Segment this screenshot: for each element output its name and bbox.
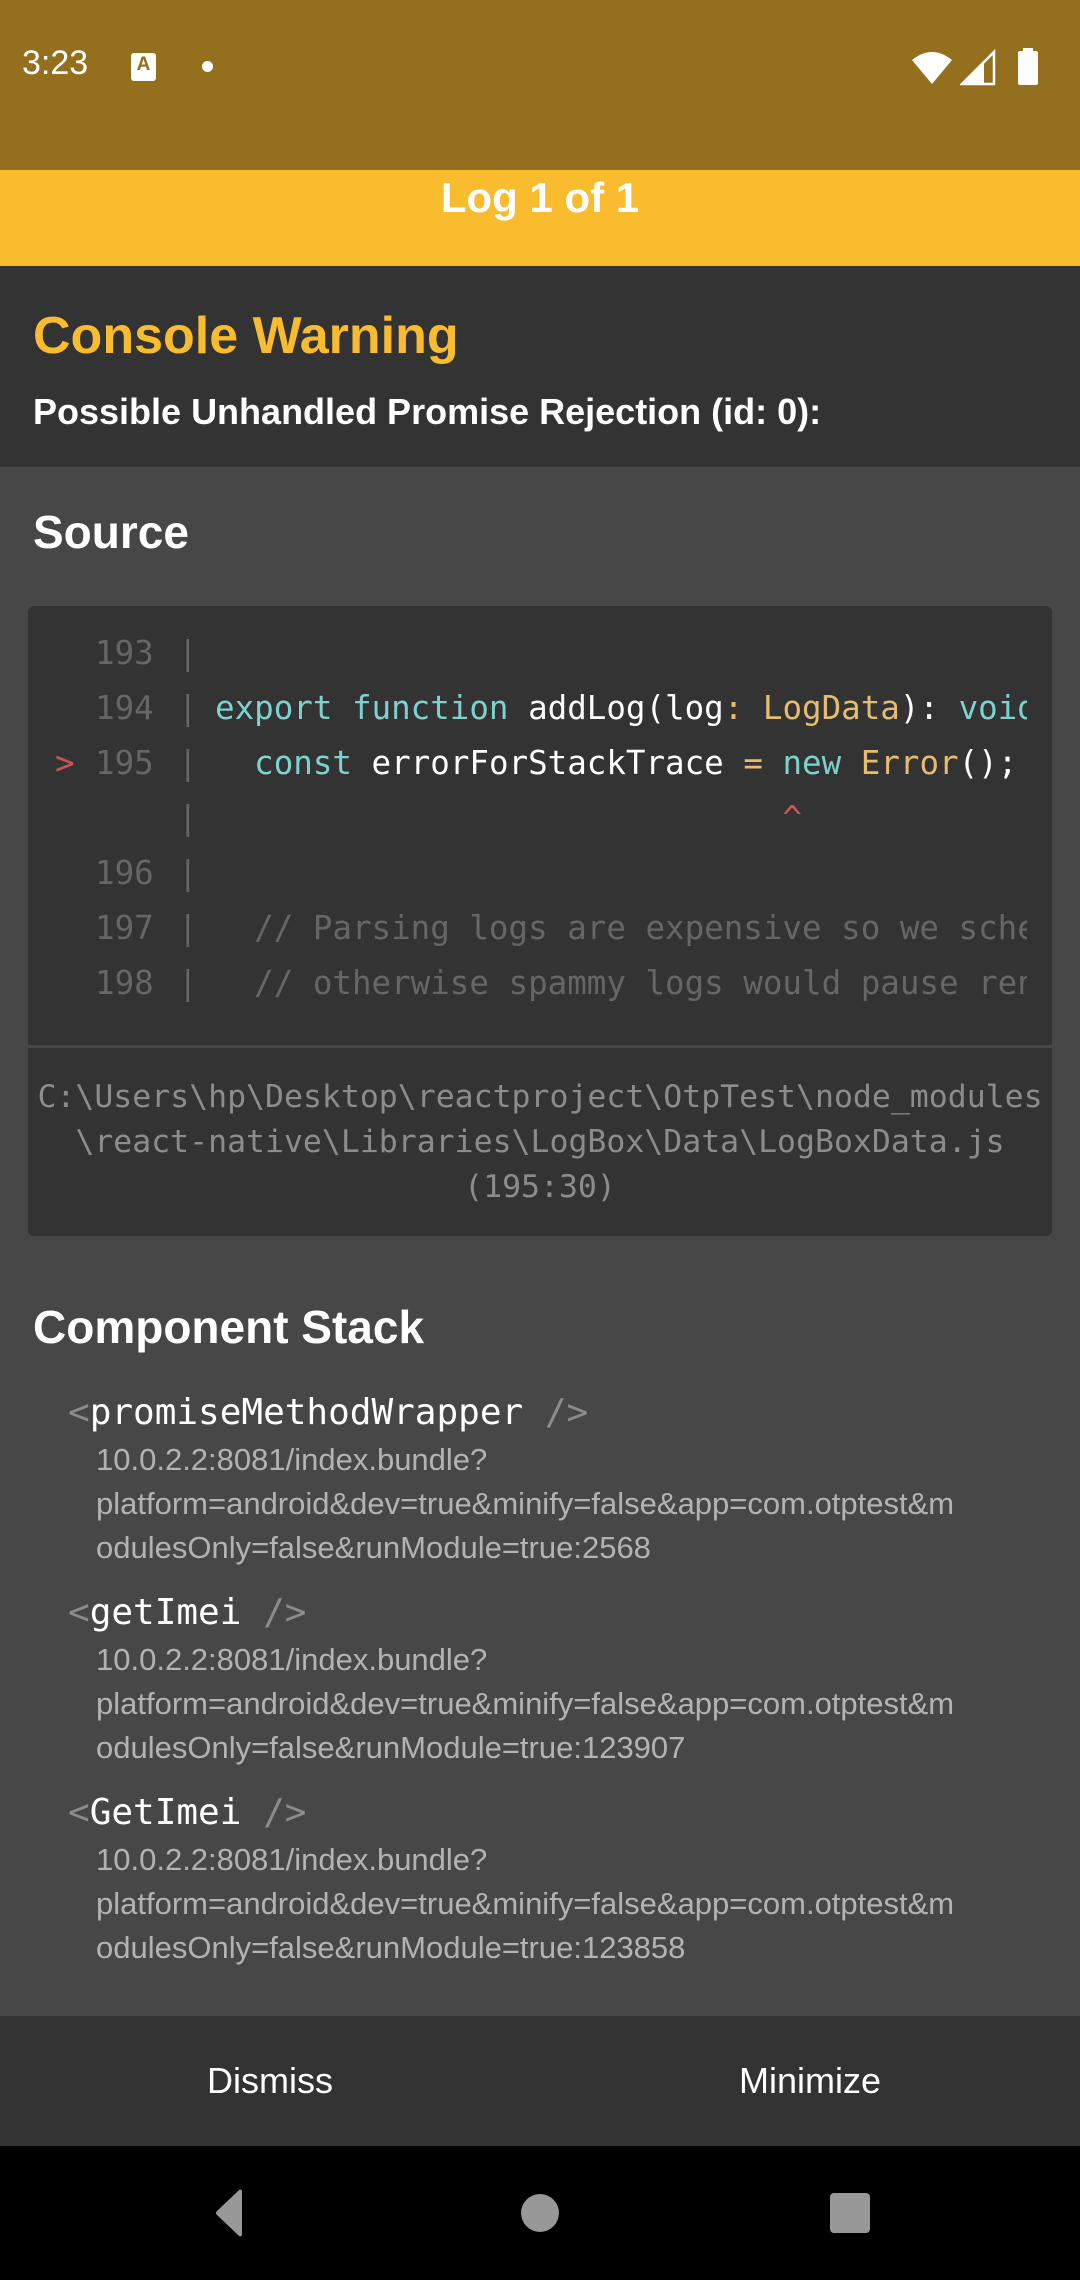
nav-back-button[interactable] (187, 2183, 267, 2243)
code-line: | ^ (28, 799, 1028, 854)
component-name-text: GetImei (89, 1792, 242, 1833)
code-token-kw: const (215, 744, 372, 782)
code-line: 194 | export function addLog(log: LogData)… (28, 689, 1028, 744)
code-token-plain: addLog(log (528, 689, 724, 727)
code-line-text: // otherwise spammy logs would pause ren… (215, 964, 1027, 1002)
log-title-block: Console Warning Possible Unhandled Promi… (0, 266, 1080, 467)
code-token-plain: (); (958, 744, 1018, 782)
code-line-number: 194 (95, 689, 154, 727)
code-gutter-separator: | (178, 744, 198, 782)
code-line-text: const errorForStackTrace = new Error(); (215, 744, 1027, 782)
code-file-position: (195:30) (464, 1169, 616, 1205)
battery-icon (1018, 48, 1038, 85)
code-line-text: // Parsing logs are expensive so we sche… (215, 909, 1027, 947)
code-token-kw: void (958, 689, 1027, 727)
component-location-line: platform=android&dev=true&minify=false&a… (96, 1486, 955, 1521)
recents-square-icon (830, 2193, 870, 2233)
nav-home-button[interactable] (500, 2183, 580, 2243)
status-bar: 3:23 A (0, 0, 1080, 170)
component-stack-item[interactable]: <promiseMethodWrapper /> 10.0.2.2:8081/in… (68, 1388, 1028, 1570)
component-location: 10.0.2.2:8081/index.bundle? platform=andr… (96, 1438, 1036, 1570)
code-token-plain: errorForStackTrace (371, 744, 744, 782)
code-line: 193 | (28, 634, 1028, 689)
component-location-line: 10.0.2.2:8081/index.bundle? (96, 1442, 488, 1477)
component-location-line: platform=android&dev=true&minify=false&a… (96, 1886, 955, 1921)
code-token-kw: export function (215, 689, 529, 727)
component-name: <promiseMethodWrapper /> (68, 1388, 1028, 1438)
code-gutter-separator: | (178, 909, 198, 947)
source-heading: Source (33, 506, 189, 558)
code-frame-divider (28, 1045, 1052, 1048)
code-line: 196 | (28, 854, 1028, 909)
log-navigation-header: Log 1 of 1 (0, 170, 1080, 266)
code-token-caret: ^ (215, 799, 802, 837)
code-file-path: C:\Users\hp\Desktop\reactproject\OtpTest… (37, 1079, 1043, 1160)
component-stack-item[interactable]: <GetImei /> 10.0.2.2:8081/index.bundle? pl… (68, 1788, 1028, 1970)
component-location: 10.0.2.2:8081/index.bundle? platform=andr… (96, 1838, 1036, 1970)
code-line-text: ^ (215, 799, 1027, 837)
nav-recents-button[interactable] (810, 2183, 890, 2243)
component-stack-heading: Component Stack (33, 1301, 425, 1353)
code-token-type: LogData (762, 689, 900, 727)
cell-signal-icon (960, 48, 996, 86)
code-token-punct: = (743, 744, 783, 782)
code-line-number: 196 (95, 854, 154, 892)
component-close-bracket: /> (241, 1792, 307, 1833)
dismiss-button[interactable]: Dismiss (0, 2016, 540, 2146)
code-gutter-separator: | (178, 854, 198, 892)
footer-actions: Dismiss Minimize (0, 2016, 1080, 2146)
component-location-line: odulesOnly=false&runModule=true:2568 (96, 1530, 651, 1565)
code-file-location[interactable]: C:\Users\hp\Desktop\reactproject\OtpTest… (30, 1075, 1050, 1210)
code-line: 198 | // otherwise spammy logs would paus… (28, 964, 1028, 1019)
code-token-punct: : (723, 689, 763, 727)
code-gutter-separator: | (178, 799, 198, 837)
component-close-bracket: /> (523, 1392, 589, 1433)
code-token-comment: // Parsing logs are expensive so we sche… (215, 909, 1027, 947)
component-open-bracket: < (68, 1592, 90, 1633)
code-gutter-separator: | (178, 689, 198, 727)
code-line-text: export function addLog(log: LogData): vo… (215, 689, 1027, 727)
status-icons (910, 48, 1060, 86)
log-message: Possible Unhandled Promise Rejection (id… (33, 391, 822, 432)
component-close-bracket: /> (241, 1592, 307, 1633)
component-name-text: promiseMethodWrapper (89, 1392, 524, 1433)
component-name: <getImei /> (68, 1588, 1028, 1638)
component-name-text: getImei (89, 1592, 242, 1633)
status-time: 3:23 (22, 44, 89, 82)
back-triangle-icon (216, 2189, 242, 2237)
minimize-button[interactable]: Minimize (540, 2016, 1080, 2146)
component-location-line: 10.0.2.2:8081/index.bundle? (96, 1642, 488, 1677)
component-location-line: odulesOnly=false&runModule=true:123858 (96, 1930, 686, 1965)
code-line-number: 195 (95, 744, 154, 782)
log-level-title: Console Warning (33, 307, 459, 365)
error-line-marker: > (55, 744, 75, 782)
accessibility-a-icon: A (131, 53, 156, 81)
system-nav-bar (0, 2146, 1080, 2280)
wifi-icon (912, 52, 952, 84)
code-line-number: 197 (95, 909, 154, 947)
home-circle-icon (521, 2194, 559, 2232)
code-token-type: Error (860, 744, 959, 782)
component-location: 10.0.2.2:8081/index.bundle? platform=andr… (96, 1638, 1036, 1770)
component-open-bracket: < (68, 1792, 90, 1833)
code-token-comment: // otherwise spammy logs would pause ren… (254, 964, 1027, 1002)
code-line-number: 193 (95, 634, 154, 672)
component-open-bracket: < (68, 1392, 90, 1433)
component-location-line: platform=android&dev=true&minify=false&a… (96, 1686, 955, 1721)
code-line: 197 | // Parsing logs are expensive so we… (28, 909, 1028, 964)
component-location-line: 10.0.2.2:8081/index.bundle? (96, 1842, 488, 1877)
code-token-kw: new (782, 744, 861, 782)
log-counter: Log 1 of 1 (440, 174, 640, 221)
code-token-plain: ): (899, 689, 959, 727)
code-gutter-separator: | (178, 964, 198, 1002)
component-stack-item[interactable]: <getImei /> 10.0.2.2:8081/index.bundle? pl… (68, 1588, 1028, 1770)
component-name: <GetImei /> (68, 1788, 1028, 1838)
code-line-number: 198 (95, 964, 154, 1002)
component-location-line: odulesOnly=false&runModule=true:123907 (96, 1730, 686, 1765)
notification-dot-icon (202, 61, 213, 72)
code-gutter-separator: | (178, 634, 198, 672)
code-line: >195 | const errorForStackTrace = new Err… (28, 744, 1028, 799)
